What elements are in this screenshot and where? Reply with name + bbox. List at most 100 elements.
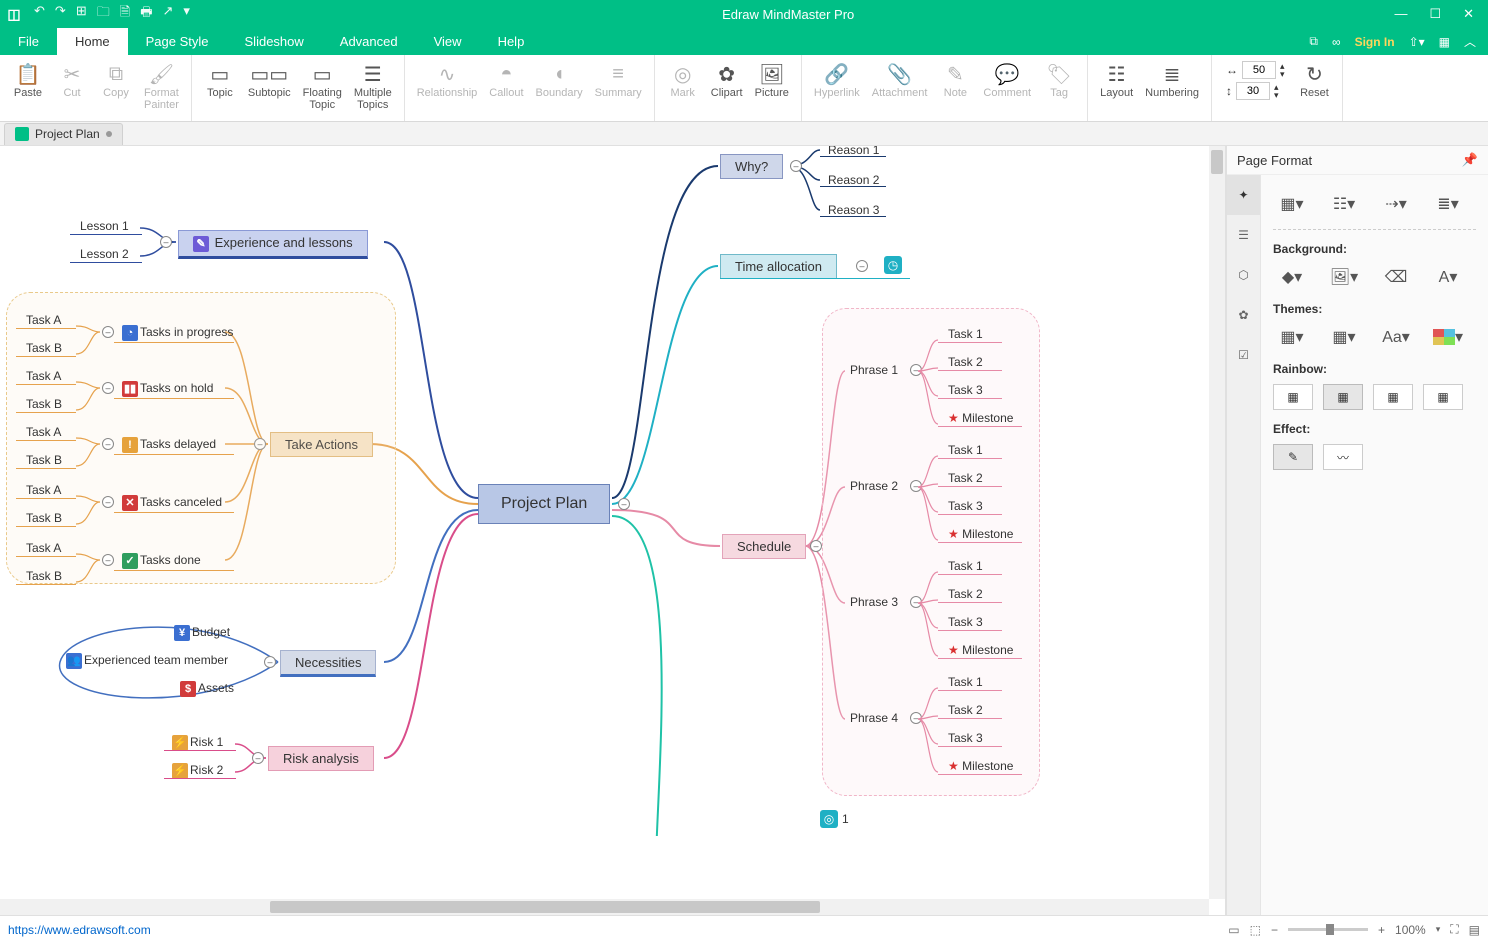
topic-risk[interactable]: Risk analysis [268,746,374,771]
collapser-icon[interactable]: – [910,596,922,608]
qat-new[interactable]: ⊞ [76,3,87,25]
clock-icon[interactable]: ◷ [884,256,902,274]
vspacing-input[interactable] [1236,82,1270,100]
hspacing-input[interactable] [1242,61,1276,79]
leaf-task[interactable]: Task 2 [944,586,987,602]
picture-button[interactable]: 🖼Picture [749,59,795,101]
fullscreen-icon[interactable]: ▤ [1469,923,1480,937]
action-group[interactable]: ▮▮Tasks on hold [118,380,217,398]
leaf-task[interactable]: Task 1 [944,326,987,342]
mark-button[interactable]: ◎Mark [661,59,705,101]
theme-rainbow[interactable]: ▾ [1429,324,1467,350]
topic-button[interactable]: ▭Topic [198,59,242,101]
leaf-task[interactable]: Task B [22,340,66,356]
rainbow-option[interactable]: ▦ [1423,384,1463,410]
menu-home[interactable]: Home [57,28,128,55]
leaf-lesson[interactable]: Lesson 1 [76,218,133,234]
qat-more[interactable]: ▾ [183,3,190,25]
effect-option[interactable]: ✎ [1273,444,1313,470]
side-tab-format[interactable]: ✦ [1227,175,1260,215]
bg-remove[interactable]: ⌫ [1377,264,1415,290]
leaf-milestone[interactable]: ★ Milestone [944,642,1017,658]
vspacing-stepper[interactable]: ▴▾ [1274,83,1279,99]
rainbow-option[interactable]: ▦ [1273,384,1313,410]
document-tab[interactable]: Project Plan [4,123,123,145]
leaf-task[interactable]: Task B [22,452,66,468]
theme-picker[interactable]: ▦▾ [1273,324,1311,350]
leaf-milestone[interactable]: ★ Milestone [944,410,1017,426]
apps-icon[interactable]: ▦ [1439,35,1450,49]
collapser-icon[interactable]: – [910,712,922,724]
format-painter-button[interactable]: 🖌Format Painter [138,59,185,113]
action-group[interactable]: ✓Tasks done [118,552,205,570]
attachment-button[interactable]: 📎Attachment [866,59,934,101]
layout-option[interactable]: ≣▾ [1429,191,1467,217]
status-url[interactable]: https://www.edrawsoft.com [8,923,151,937]
layout-option[interactable]: ☷▾ [1325,191,1363,217]
rainbow-option[interactable]: ▦ [1373,384,1413,410]
topic-schedule[interactable]: Schedule [722,534,806,559]
leaf-team[interactable]: 👥Experienced team member [62,652,232,670]
pin-icon[interactable]: 📌 [1462,152,1478,168]
menu-page-style[interactable]: Page Style [128,28,227,55]
collapse-ribbon-icon[interactable]: ︿ [1464,33,1476,50]
qat-open[interactable]: 🗀 [97,3,110,25]
effect-option[interactable]: 〰 [1323,444,1363,470]
phrase-label[interactable]: Phrase 3 [846,594,902,610]
leaf-assets[interactable]: $Assets [176,680,238,698]
side-tab-outline[interactable]: ☰ [1227,215,1260,255]
zoom-out-button[interactable]: − [1271,923,1278,937]
menu-advanced[interactable]: Advanced [322,28,416,55]
horizontal-scrollbar[interactable] [0,899,1209,915]
paste-button[interactable]: 📋Paste [6,59,50,101]
menu-slideshow[interactable]: Slideshow [227,28,322,55]
phrase-label[interactable]: Phrase 1 [846,362,902,378]
subtopic-button[interactable]: ▭▭Subtopic [242,59,297,101]
bg-fill[interactable]: ◆▾ [1273,264,1311,290]
floating-topic-button[interactable]: ▭Floating Topic [297,59,348,113]
leaf-task[interactable]: Task 2 [944,470,987,486]
collapser-icon[interactable]: – [790,160,802,172]
comment-button[interactable]: 💬Comment [977,59,1037,101]
leaf-task[interactable]: Task 3 [944,614,987,630]
leaf-task[interactable]: Task 3 [944,730,987,746]
leaf-task[interactable]: Task A [22,424,65,440]
theme-color[interactable]: ▦▾ [1325,324,1363,350]
zoom-in-button[interactable]: + [1378,923,1385,937]
tag-button[interactable]: 🏷Tag [1037,59,1081,101]
zoom-slider[interactable] [1288,928,1368,931]
leaf-task[interactable]: Task A [22,540,65,556]
target-badge[interactable]: ◎ 1 [820,810,849,828]
qat-redo[interactable]: ↷ [55,3,66,25]
leaf-task[interactable]: Task A [22,368,65,384]
multiple-topics-button[interactable]: ☰Multiple Topics [348,59,398,113]
clipart-button[interactable]: ✿Clipart [705,59,749,101]
bg-watermark[interactable]: A▾ [1429,264,1467,290]
topic-necessities[interactable]: Necessities [280,650,376,677]
close-button[interactable]: ✕ [1463,6,1474,22]
collapser-icon[interactable]: – [102,554,114,566]
collapser-icon[interactable]: – [264,656,276,668]
numbering-button[interactable]: ≣Numbering [1139,59,1205,101]
collapser-icon[interactable]: – [910,480,922,492]
layout-option[interactable]: ▦▾ [1273,191,1311,217]
reset-button[interactable]: ↻Reset [1292,59,1336,101]
qat-undo[interactable]: ↶ [34,3,45,25]
note-button[interactable]: ✎Note [933,59,977,101]
leaf-task[interactable]: Task 3 [944,498,987,514]
menu-view[interactable]: View [416,28,480,55]
layout-button[interactable]: ☷Layout [1094,59,1139,101]
central-topic[interactable]: Project Plan [478,484,610,524]
phrase-label[interactable]: Phrase 2 [846,478,902,494]
leaf-task[interactable]: Task B [22,568,66,584]
action-group[interactable]: !Tasks delayed [118,436,220,454]
collapser-icon[interactable]: – [810,540,822,552]
maximize-button[interactable]: ☐ [1429,6,1441,22]
topic-why[interactable]: Why? [720,154,783,179]
phrase-label[interactable]: Phrase 4 [846,710,902,726]
zoom-level[interactable]: 100% [1395,923,1426,937]
collapser-icon[interactable]: – [856,260,868,272]
callout-button[interactable]: ◓Callout [483,59,529,101]
leaf-task[interactable]: Task 2 [944,354,987,370]
collapser-icon[interactable]: – [102,326,114,338]
